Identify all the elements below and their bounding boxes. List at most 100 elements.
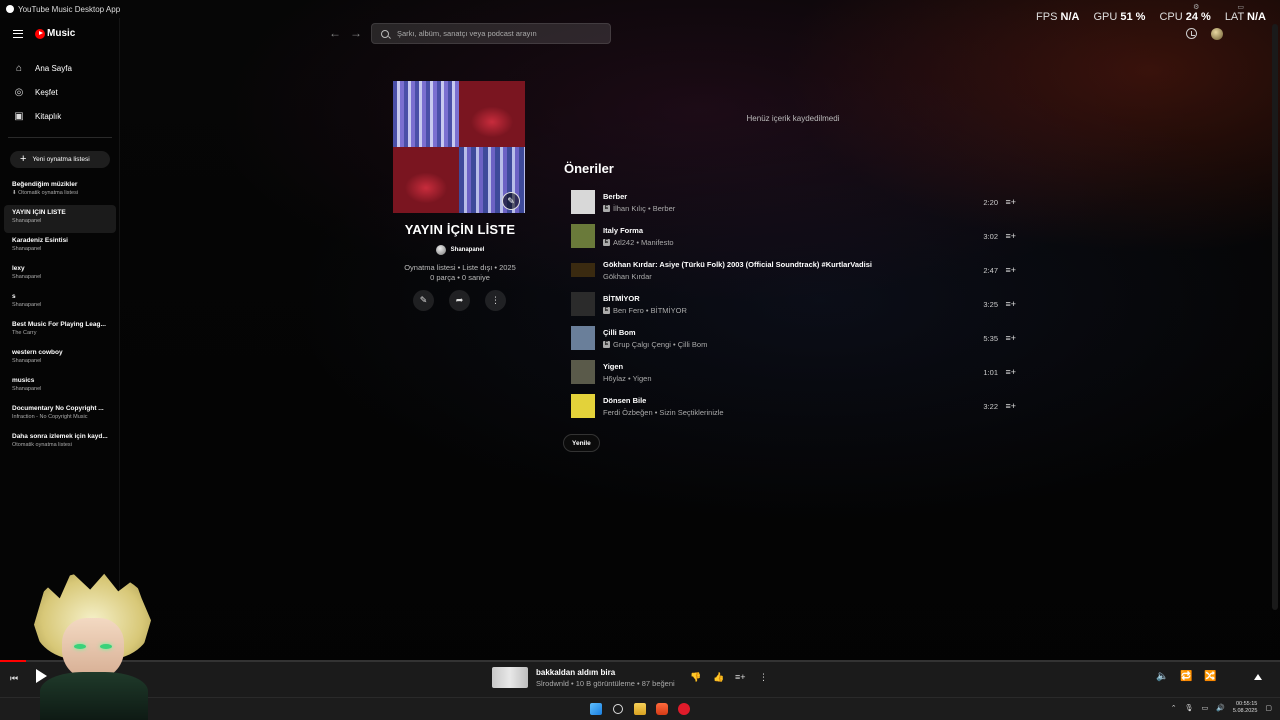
track-thumbnail[interactable] bbox=[571, 292, 595, 316]
playlist-item[interactable]: musics Shanapanel bbox=[4, 373, 116, 401]
track-thumbnail[interactable] bbox=[571, 394, 595, 418]
shuffle-icon[interactable]: 🔀 bbox=[1204, 671, 1216, 682]
track-row[interactable]: Yigen H6ylaz • Yigen 1:01 ≡+ bbox=[564, 355, 1020, 389]
search-input[interactable] bbox=[397, 29, 597, 38]
track-title[interactable]: Dönsen Bile bbox=[603, 396, 1020, 405]
track-duration: 1:01 bbox=[983, 367, 998, 377]
brave-browser-icon[interactable] bbox=[656, 703, 668, 715]
add-to-playlist-icon[interactable]: ≡+ bbox=[1005, 231, 1016, 241]
track-title[interactable]: Yigen bbox=[603, 362, 1020, 371]
track-thumbnail[interactable] bbox=[571, 326, 595, 350]
add-to-playlist-icon[interactable]: ≡+ bbox=[1005, 197, 1016, 207]
track-title[interactable]: BİTMİYOR bbox=[603, 294, 1020, 303]
window-title: YouTube Music Desktop App bbox=[18, 4, 121, 14]
now-playing-title[interactable]: bakkaldan aldım bira bbox=[536, 668, 615, 677]
track-title[interactable]: Berber bbox=[603, 192, 1020, 201]
playlist-item-liked[interactable]: Beğendiğim müzikler ⬇ Otomatik oynatma l… bbox=[4, 177, 116, 205]
user-avatar[interactable] bbox=[1211, 28, 1223, 40]
avatar-face bbox=[62, 618, 124, 680]
plus-icon: + bbox=[20, 153, 27, 165]
more-vert-icon: ⋮ bbox=[491, 295, 500, 305]
youtube-music-logo[interactable]: Music bbox=[35, 28, 75, 39]
search-bar[interactable] bbox=[371, 23, 611, 44]
file-explorer-icon[interactable] bbox=[634, 703, 646, 715]
playlist-item[interactable]: Best Music For Playing Leag... The Carry bbox=[4, 317, 116, 345]
stat-gpu: GPU 51 % bbox=[1093, 11, 1146, 23]
sidebar-item-home[interactable]: ⌂ Ana Sayfa bbox=[0, 56, 120, 80]
explicit-icon: E bbox=[603, 340, 610, 348]
share-button[interactable]: ➦ bbox=[449, 290, 470, 311]
sidebar-nav: ⌂ Ana Sayfa ◎ Keşfet ▣ Kitaplık bbox=[0, 56, 120, 128]
windows-start-icon[interactable] bbox=[590, 703, 602, 715]
scrollbar[interactable] bbox=[1272, 24, 1278, 610]
chevron-up-icon[interactable]: ⌃ bbox=[1171, 704, 1177, 712]
avatar-eye bbox=[74, 644, 86, 649]
youtube-music-taskbar-icon[interactable] bbox=[678, 703, 690, 715]
more-vert-icon[interactable]: ⋮ bbox=[759, 672, 768, 683]
playlist-owner[interactable]: Shanapanel bbox=[380, 245, 540, 255]
track-row[interactable]: Berber E İlhan Kılıç • Berber 2:20 ≡+ bbox=[564, 185, 1020, 219]
pencil-icon: ✎ bbox=[419, 295, 428, 305]
add-to-playlist-icon[interactable]: ≡+ bbox=[1005, 367, 1016, 377]
add-to-queue-icon[interactable]: ≡+ bbox=[735, 672, 746, 682]
expand-icon[interactable] bbox=[1254, 674, 1262, 680]
playlist-item[interactable]: Documentary No Copyright ... Infraction … bbox=[4, 401, 116, 429]
track-title[interactable]: Italy Forma bbox=[603, 226, 1020, 235]
sidebar: Music ⌂ Ana Sayfa ◎ Keşfet ▣ Kitaplık + … bbox=[0, 18, 120, 660]
new-playlist-button[interactable]: + Yeni oynatma listesi bbox=[10, 151, 110, 168]
track-thumbnail[interactable] bbox=[571, 263, 595, 277]
history-icon[interactable] bbox=[1186, 28, 1197, 39]
add-to-playlist-icon[interactable]: ≡+ bbox=[1005, 401, 1016, 411]
playlist-item[interactable]: lexy Shanapanel bbox=[4, 261, 116, 289]
volume-icon[interactable]: 🔈 bbox=[1156, 671, 1168, 682]
forward-arrow-icon[interactable]: → bbox=[350, 26, 362, 40]
add-to-playlist-icon[interactable]: ≡+ bbox=[1005, 265, 1016, 275]
progress-bar[interactable] bbox=[0, 660, 1280, 662]
track-info: Gökhan Kırdar: Asiye (Türkü Folk) 2003 (… bbox=[603, 260, 1020, 281]
playlist-item[interactable]: s Shanapanel bbox=[4, 289, 116, 317]
repeat-icon[interactable]: 🔁 bbox=[1180, 671, 1192, 682]
youtube-music-icon bbox=[35, 28, 45, 39]
microphone-icon[interactable]: 🎙 bbox=[1185, 704, 1194, 712]
back-arrow-icon[interactable]: ← bbox=[329, 26, 341, 40]
track-row[interactable]: Çilli Bom E Grup Çalgı Çengi • Çilli Bom 5:… bbox=[564, 321, 1020, 355]
previous-icon[interactable]: ⏮ bbox=[10, 673, 18, 684]
add-to-playlist-icon[interactable]: ≡+ bbox=[1005, 333, 1016, 343]
notification-icon[interactable]: ▢ bbox=[1265, 704, 1272, 712]
sidebar-item-library[interactable]: ▣ Kitaplık bbox=[0, 104, 120, 128]
add-to-playlist-icon[interactable]: ≡+ bbox=[1005, 299, 1016, 309]
menu-icon[interactable] bbox=[13, 29, 23, 38]
recommendations-list: Berber E İlhan Kılıç • Berber 2:20 ≡+ Italy F… bbox=[564, 185, 1020, 423]
track-title[interactable]: Gökhan Kırdar: Asiye (Türkü Folk) 2003 (… bbox=[603, 260, 1020, 269]
explicit-icon: E bbox=[603, 238, 610, 246]
playlist-item[interactable]: Karadeniz Esintisi Shanapanel bbox=[4, 233, 116, 261]
dislike-icon[interactable]: 👎 bbox=[690, 672, 701, 683]
track-row[interactable]: Italy Forma E Atl242 • Manifesto 3:02 ≡+ bbox=[564, 219, 1020, 253]
track-thumbnail[interactable] bbox=[571, 360, 595, 384]
clock[interactable]: 00:55:15 5.08.2025 bbox=[1233, 701, 1257, 715]
track-row[interactable]: Gökhan Kırdar: Asiye (Türkü Folk) 2003 (… bbox=[564, 253, 1020, 287]
edit-playlist-button[interactable]: ✎ bbox=[413, 290, 434, 311]
now-playing-thumbnail[interactable] bbox=[492, 667, 528, 688]
track-title[interactable]: Çilli Bom bbox=[603, 328, 1020, 337]
track-thumbnail[interactable] bbox=[571, 224, 595, 248]
refresh-button[interactable]: Yenile bbox=[563, 434, 600, 452]
like-icon[interactable]: 👍 bbox=[713, 672, 724, 683]
network-icon[interactable]: ▭ bbox=[1202, 704, 1209, 712]
track-row[interactable]: BİTMİYOR E Ben Fero • BİTMİYOR 3:25 ≡+ bbox=[564, 287, 1020, 321]
playlist-item[interactable]: western cowboy Shanapanel bbox=[4, 345, 116, 373]
playlist-item[interactable]: Daha sonra izlemek için kayd... Otomatik… bbox=[4, 429, 116, 457]
track-row[interactable]: Dönsen Bile Ferdi Özbeğen • Sizin Seçtikl… bbox=[564, 389, 1020, 423]
empty-message: Henüz içerik kaydedilmedi bbox=[746, 114, 840, 123]
edit-cover-button[interactable]: ✎ bbox=[502, 192, 520, 210]
track-thumbnail[interactable] bbox=[571, 190, 595, 214]
owner-name: Shanapanel bbox=[450, 247, 485, 253]
more-options-button[interactable]: ⋮ bbox=[485, 290, 506, 311]
sidebar-item-explore[interactable]: ◎ Keşfet bbox=[0, 80, 120, 104]
search-icon[interactable] bbox=[613, 704, 623, 714]
track-duration: 5:35 bbox=[983, 333, 998, 343]
monitor-icon: ▭ bbox=[1237, 4, 1244, 11]
speaker-icon[interactable]: 🔊 bbox=[1216, 704, 1225, 712]
playlist-item-active[interactable]: YAYIN İÇİN LİSTE Shanapanel bbox=[4, 205, 116, 233]
track-subtitle: E İlhan Kılıç • Berber bbox=[603, 203, 676, 213]
